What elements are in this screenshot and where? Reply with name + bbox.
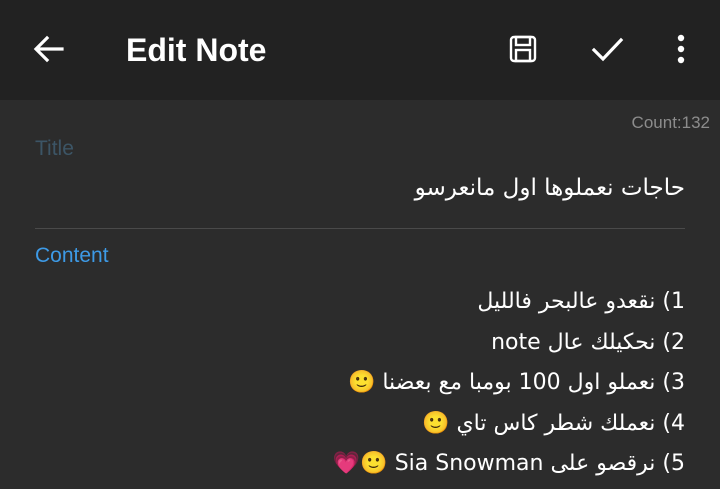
content-label: Content bbox=[35, 244, 109, 267]
back-button[interactable] bbox=[24, 26, 74, 76]
page-title: Edit Note bbox=[126, 32, 267, 68]
more-options-button[interactable] bbox=[656, 26, 706, 76]
arrow-left-icon bbox=[32, 32, 66, 70]
more-vertical-icon bbox=[675, 33, 687, 69]
content-line: 5) نرقصو على Sia Snowman 🙂💗 bbox=[332, 451, 685, 476]
app-bar: Edit Note bbox=[0, 0, 720, 100]
save-button[interactable] bbox=[498, 26, 548, 76]
title-underline bbox=[35, 228, 685, 229]
title-input[interactable]: حاجات نعملوها اول مانعرسو bbox=[415, 175, 685, 201]
content-line: 4) نعملك شطر كاس تاي 🙂 bbox=[422, 410, 685, 436]
content-input[interactable]: 1) نقعدو عالبحر فالليل 2) نحكيلك عال not… bbox=[333, 282, 685, 485]
content-line: 3) نعملو اول 100 بومبا مع بعضنا 🙂 bbox=[347, 370, 685, 395]
character-count: Count:132 bbox=[631, 113, 710, 132]
content-line: 1) نقعدو عالبحر فالليل bbox=[477, 289, 685, 314]
checkmark-icon bbox=[589, 31, 625, 71]
title-label: Title bbox=[35, 137, 74, 160]
floppy-disk-icon bbox=[507, 33, 539, 69]
done-button[interactable] bbox=[582, 26, 632, 76]
content-line: 2) نحكيلك عال note bbox=[491, 329, 685, 355]
